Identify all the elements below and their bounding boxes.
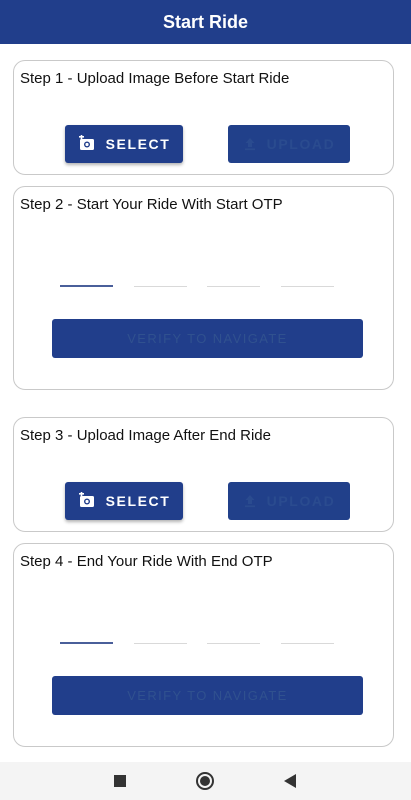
step-1-title: Step 1 - Upload Image Before Start Ride — [20, 70, 290, 87]
upload-icon — [243, 137, 257, 151]
add-photo-icon — [78, 492, 96, 510]
back-button[interactable] — [276, 762, 304, 800]
otp-field-1[interactable] — [60, 642, 113, 644]
verify-to-navigate-button[interactable]: VERIFY TO NAVIGATE — [52, 319, 363, 358]
otp-field-4[interactable] — [281, 643, 334, 644]
step-1-card: Step 1 - Upload Image Before Start Ride … — [13, 60, 394, 175]
otp-field-2[interactable] — [134, 286, 187, 287]
otp-field-2[interactable] — [134, 643, 187, 644]
add-photo-icon — [78, 135, 96, 153]
upload-image-button[interactable]: UPLOAD — [228, 125, 350, 163]
step-4-title: Step 4 - End Your Ride With End OTP — [20, 553, 273, 570]
select-image-button[interactable]: SELECT — [65, 482, 183, 520]
upload-icon — [243, 494, 257, 508]
verify-to-navigate-button[interactable]: VERIFY TO NAVIGATE — [52, 676, 363, 715]
otp-field-1[interactable] — [60, 285, 113, 287]
select-button-label: SELECT — [105, 493, 171, 509]
triangle-back-icon — [284, 774, 296, 788]
step-3-title: Step 3 - Upload Image After End Ride — [20, 427, 271, 444]
otp-field-3[interactable] — [207, 643, 260, 644]
select-image-button[interactable]: SELECT — [65, 125, 183, 163]
home-button[interactable] — [191, 762, 219, 800]
recent-apps-button[interactable] — [106, 762, 134, 800]
upload-button-label: UPLOAD — [266, 493, 336, 509]
step-2-title: Step 2 - Start Your Ride With Start OTP — [20, 196, 283, 213]
select-button-label: SELECT — [105, 136, 171, 152]
square-icon — [114, 775, 126, 787]
otp-field-4[interactable] — [281, 286, 334, 287]
step-3-card: Step 3 - Upload Image After End Ride SEL… — [13, 417, 394, 532]
app-bar: Start Ride — [0, 0, 411, 44]
verify-button-label: VERIFY TO NAVIGATE — [127, 331, 288, 346]
upload-button-label: UPLOAD — [266, 136, 336, 152]
otp-field-3[interactable] — [207, 286, 260, 287]
step-2-card: Step 2 - Start Your Ride With Start OTP … — [13, 186, 394, 390]
system-nav-bar — [0, 762, 411, 800]
circle-icon — [195, 771, 215, 791]
verify-button-label: VERIFY TO NAVIGATE — [127, 688, 288, 703]
step-4-card: Step 4 - End Your Ride With End OTP VERI… — [13, 543, 394, 747]
upload-image-button[interactable]: UPLOAD — [228, 482, 350, 520]
page-title: Start Ride — [162, 11, 249, 32]
